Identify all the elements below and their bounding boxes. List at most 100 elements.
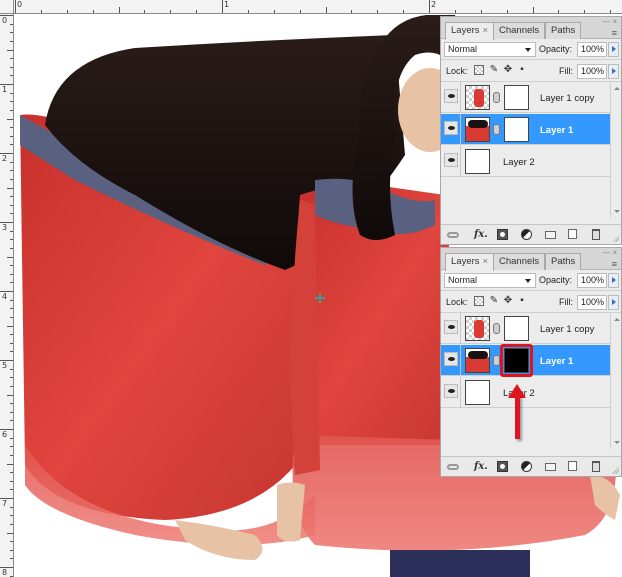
delete-trash-icon[interactable] — [592, 461, 600, 472]
visibility-eye-icon[interactable] — [444, 121, 458, 135]
scroll-up-icon[interactable] — [614, 87, 620, 90]
new-layer-icon[interactable] — [568, 229, 577, 239]
layer-thumbnail[interactable] — [465, 348, 490, 373]
lock-move-icon[interactable]: ✥ — [503, 65, 513, 75]
fill-input[interactable]: 100% — [577, 64, 607, 79]
tab-paths[interactable]: Paths — [545, 253, 582, 270]
opacity-slider-button[interactable] — [608, 273, 619, 288]
tab-channels[interactable]: Channels — [493, 253, 546, 270]
ruler-origin[interactable] — [0, 0, 14, 14]
ruler-tick — [10, 75, 13, 77]
ruler-tick — [10, 446, 13, 448]
layer-thumbnail[interactable] — [465, 316, 490, 341]
ruler-label: 2 — [431, 0, 437, 9]
link-chain-icon[interactable] — [493, 355, 500, 366]
layer-row[interactable]: Layer 2 — [441, 377, 611, 408]
scroll-down-icon[interactable] — [614, 210, 620, 213]
window-controls-icon[interactable]: — × — [602, 248, 617, 257]
link-chain-icon[interactable] — [493, 323, 500, 334]
opacity-input[interactable]: 100% — [577, 273, 607, 288]
left-hand — [175, 520, 263, 560]
visibility-eye-icon[interactable] — [444, 153, 458, 167]
layer-thumbnail[interactable] — [465, 149, 490, 174]
ruler-tick — [40, 10, 42, 13]
ruler-tick — [10, 170, 13, 172]
layer-mask-thumbnail[interactable] — [504, 316, 529, 341]
visibility-eye-icon[interactable] — [444, 384, 458, 398]
lock-brush-icon[interactable]: ✎ — [489, 296, 499, 306]
tab-layers[interactable]: Layers × — [445, 22, 495, 40]
visibility-eye-icon[interactable] — [444, 352, 458, 366]
ruler-tick — [15, 0, 16, 13]
adjustment-layer-icon[interactable] — [521, 461, 532, 472]
panel-menu-icon[interactable]: ≡ — [612, 28, 617, 38]
ruler-tick — [10, 135, 13, 137]
layer-style-fx-icon[interactable]: fx. — [474, 229, 488, 240]
layer-row[interactable]: Layer 1 copy — [441, 313, 611, 344]
blend-mode-select[interactable]: Normal — [444, 273, 536, 288]
window-controls-icon[interactable]: — × — [602, 17, 617, 26]
visibility-eye-icon[interactable] — [444, 320, 458, 334]
ruler-tick — [222, 0, 223, 13]
layer-thumbnail[interactable] — [465, 117, 490, 142]
opacity-input[interactable]: 100% — [577, 42, 607, 57]
tab-layers[interactable]: Layers × — [445, 253, 495, 271]
tab-channels[interactable]: Channels — [493, 22, 546, 39]
ruler-label: 4 — [2, 292, 8, 301]
layer-mask-thumbnail[interactable] — [504, 117, 529, 142]
layer-thumbnail[interactable] — [465, 380, 490, 405]
ruler-tick — [10, 558, 13, 560]
layer-style-fx-icon[interactable]: fx. — [474, 461, 488, 472]
layer-row-selected[interactable]: Layer 1 — [441, 344, 611, 377]
delete-trash-icon[interactable] — [592, 229, 600, 240]
layers-scrollbar[interactable] — [610, 82, 621, 218]
ruler-tick — [7, 463, 13, 465]
ruler-tick — [10, 230, 13, 232]
link-chain-icon[interactable] — [493, 124, 500, 135]
new-group-folder-icon[interactable] — [545, 231, 556, 239]
add-mask-icon[interactable] — [497, 229, 508, 240]
close-tab-icon[interactable]: × — [483, 256, 489, 267]
lock-brush-icon[interactable]: ✎ — [489, 65, 499, 75]
blend-mode-select[interactable]: Normal — [444, 42, 536, 57]
layer-thumbnail[interactable] — [465, 85, 490, 110]
new-group-folder-icon[interactable] — [545, 463, 556, 471]
ruler-tick — [610, 10, 612, 13]
adjustment-layer-icon[interactable] — [521, 229, 532, 240]
scroll-up-icon[interactable] — [614, 318, 620, 321]
lock-all-icon[interactable]: ▪ — [517, 296, 527, 306]
link-chain-icon[interactable] — [493, 92, 500, 103]
layers-footer-toolbar: fx. — [441, 224, 621, 244]
fill-slider-button[interactable] — [608, 64, 619, 79]
lock-all-icon[interactable]: ▪ — [517, 65, 527, 75]
close-tab-icon[interactable]: × — [483, 25, 489, 36]
ruler-tick — [10, 58, 13, 60]
ruler-tick — [351, 10, 353, 13]
ruler-tick — [325, 7, 327, 13]
layer-row-selected[interactable]: Layer 1 — [441, 114, 611, 145]
layers-scrollbar[interactable] — [610, 313, 621, 449]
lock-transparency-icon[interactable] — [474, 296, 484, 306]
ruler-vertical[interactable]: 0 1 2 3 4 5 6 7 8 — [0, 0, 14, 577]
add-mask-icon[interactable] — [497, 461, 508, 472]
ruler-horizontal[interactable]: 0 1 2 — [0, 0, 622, 14]
visibility-eye-icon[interactable] — [444, 89, 458, 103]
opacity-slider-button[interactable] — [608, 42, 619, 57]
fill-input[interactable]: 100% — [577, 295, 607, 310]
panel-menu-icon[interactable]: ≡ — [612, 259, 617, 269]
layer-row[interactable]: Layer 1 copy — [441, 82, 611, 113]
resize-grip-icon[interactable] — [612, 235, 619, 242]
scroll-down-icon[interactable] — [614, 441, 620, 444]
ruler-tick — [7, 49, 13, 51]
lock-move-icon[interactable]: ✥ — [503, 296, 513, 306]
resize-grip-icon[interactable] — [612, 467, 619, 474]
new-layer-icon[interactable] — [568, 461, 577, 471]
link-layers-icon[interactable] — [447, 464, 459, 470]
layer-row[interactable]: Layer 2 — [441, 146, 611, 177]
link-layers-icon[interactable] — [447, 232, 459, 238]
layer-mask-thumbnail[interactable] — [504, 85, 529, 110]
divider — [460, 345, 461, 376]
tab-paths[interactable]: Paths — [545, 22, 582, 39]
fill-slider-button[interactable] — [608, 295, 619, 310]
lock-transparency-icon[interactable] — [474, 65, 484, 75]
